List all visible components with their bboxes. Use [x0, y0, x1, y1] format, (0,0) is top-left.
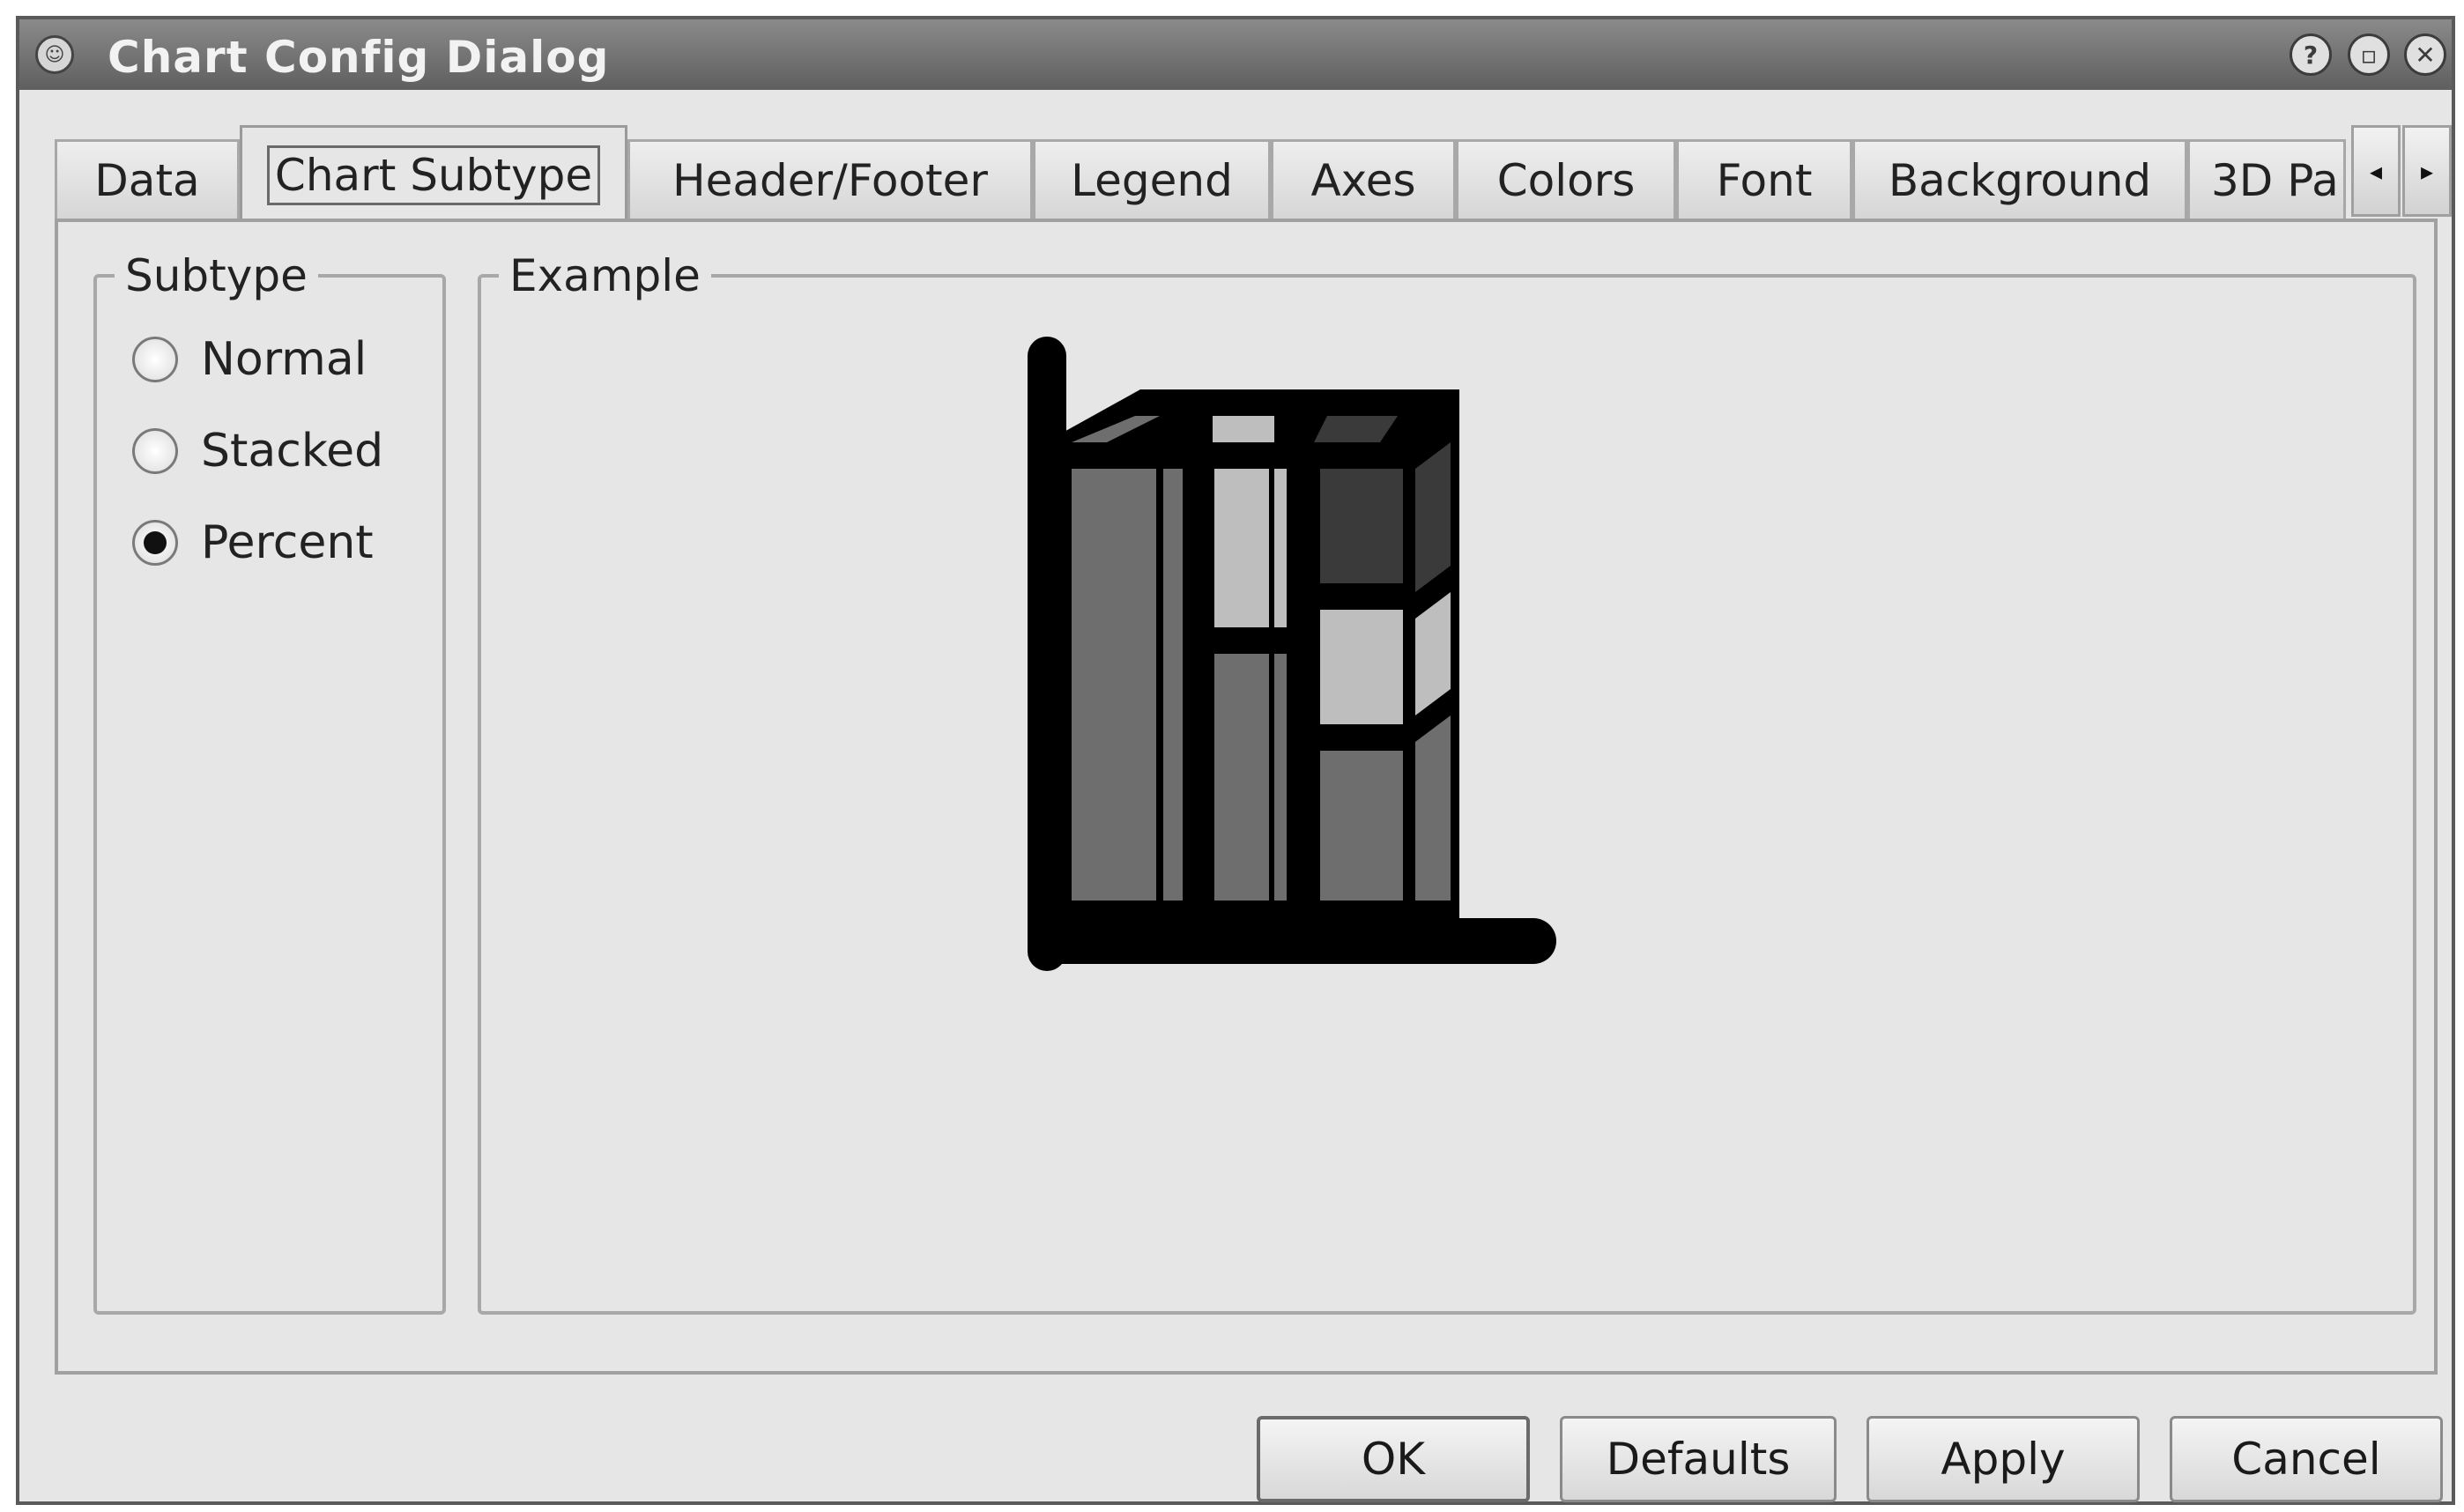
tab-label: Data	[94, 154, 200, 206]
defaults-button[interactable]: Defaults	[1560, 1416, 1837, 1502]
minimize-icon[interactable]: ▫	[2348, 33, 2390, 76]
radio-label: Percent	[201, 516, 374, 569]
close-icon[interactable]: ✕	[2404, 33, 2446, 76]
radio-button[interactable]	[132, 337, 178, 382]
chart-config-dialog: ☺ Chart Config Dialog ? ▫ ✕ Data Chart S…	[16, 16, 2455, 1505]
tab-panel-chart-subtype: Subtype Normal Stacked Percent Example	[55, 219, 2438, 1375]
bar-3-segment-top	[1320, 469, 1403, 583]
bar-3-segment-middle	[1320, 610, 1403, 724]
bar-3-side-bottom	[1415, 715, 1451, 901]
tab-3d-parameters[interactable]: 3D Pa	[2187, 139, 2346, 219]
bar-1-side	[1163, 469, 1183, 901]
tab-legend[interactable]: Legend	[1033, 139, 1271, 219]
tab-axes[interactable]: Axes	[1271, 139, 1456, 219]
subtype-group-title: Subtype	[125, 250, 308, 301]
example-group: Example	[478, 250, 2416, 1315]
bar-2-side-bottom	[1274, 654, 1287, 901]
tab-bar: Data Chart Subtype Header/Footer Legend …	[55, 107, 2452, 222]
bar-3-side-top	[1415, 442, 1451, 592]
bar-2-segment-bottom	[1214, 654, 1269, 901]
tab-background[interactable]: Background	[1852, 139, 2187, 219]
tab-label: 3D Pa	[2211, 154, 2339, 206]
radio-button[interactable]	[132, 520, 178, 566]
radio-stacked[interactable]: Stacked	[132, 425, 383, 478]
tab-label: Colors	[1496, 154, 1636, 206]
tab-scroll-right-icon[interactable]: ▸	[2402, 125, 2452, 217]
cancel-button[interactable]: Cancel	[2170, 1416, 2443, 1502]
radio-percent[interactable]: Percent	[132, 516, 374, 569]
radio-button[interactable]	[132, 428, 178, 474]
radio-label: Normal	[201, 333, 367, 386]
tab-label: Axes	[1310, 154, 1416, 206]
tab-chart-subtype[interactable]: Chart Subtype	[240, 125, 627, 222]
tab-label: Font	[1716, 154, 1813, 206]
window-title: Chart Config Dialog	[108, 32, 610, 83]
bar-3-segment-bottom	[1320, 751, 1403, 901]
apply-button[interactable]: Apply	[1867, 1416, 2140, 1502]
radio-label: Stacked	[201, 425, 384, 478]
tab-colors[interactable]: Colors	[1456, 139, 1676, 219]
percent-bar-chart-icon	[1028, 337, 1556, 971]
title-bar[interactable]: ☺ Chart Config Dialog ? ▫ ✕	[19, 19, 2452, 90]
bar-1-front	[1072, 469, 1156, 901]
tab-label: Legend	[1071, 154, 1233, 206]
x-axis	[1028, 918, 1556, 964]
radio-selected-dot	[144, 531, 167, 554]
tab-label: Background	[1888, 154, 2152, 206]
tab-data[interactable]: Data	[55, 139, 240, 219]
example-group-title: Example	[509, 250, 701, 301]
tab-label: Header/Footer	[672, 154, 988, 206]
tab-header-footer[interactable]: Header/Footer	[627, 139, 1033, 219]
app-icon: ☺	[35, 35, 74, 74]
tab-font[interactable]: Font	[1676, 139, 1852, 219]
help-icon[interactable]: ?	[2290, 33, 2332, 76]
subtype-group: Subtype Normal Stacked Percent	[93, 250, 446, 1315]
bar-2-segment-top	[1214, 469, 1269, 627]
bar-2-side-top	[1274, 469, 1287, 627]
radio-normal[interactable]: Normal	[132, 333, 367, 386]
y-axis	[1028, 337, 1066, 971]
tab-label: Chart Subtype	[266, 145, 601, 205]
tab-scroll-left-icon[interactable]: ◂	[2351, 125, 2401, 217]
ok-button[interactable]: OK	[1257, 1416, 1530, 1502]
bar-2-top-face	[1213, 416, 1274, 442]
